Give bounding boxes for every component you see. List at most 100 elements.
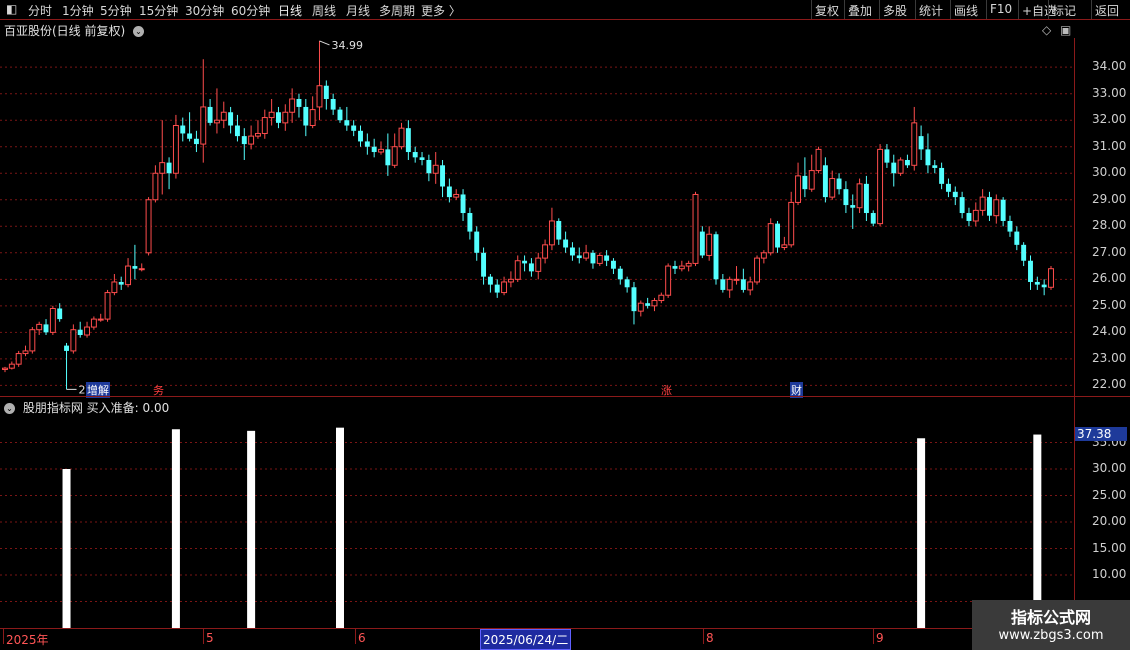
tab-1[interactable]: 1分钟 xyxy=(62,2,94,19)
candle-body xyxy=(261,117,268,134)
candle-body xyxy=(604,255,610,261)
selected-date: 2025/06/24/二 xyxy=(480,629,572,650)
candle-body xyxy=(453,193,460,198)
candle-body xyxy=(474,231,480,253)
candle-body xyxy=(645,303,651,306)
candle-body xyxy=(49,307,56,333)
candle-body xyxy=(36,323,43,331)
candle-body xyxy=(426,159,432,174)
panel-toggle-icon[interactable]: ◧ xyxy=(6,2,17,16)
candle-body xyxy=(651,300,658,307)
tab-7[interactable]: 周线 xyxy=(312,2,336,19)
date-tick-mark xyxy=(3,628,4,644)
indicator-tick: 15.00 xyxy=(1092,540,1127,555)
toolbar-button-7[interactable]: 标记 xyxy=(1052,2,1076,19)
candle-body xyxy=(193,138,199,145)
tab-2[interactable]: 5分钟 xyxy=(100,2,132,19)
candle-body xyxy=(576,255,582,259)
candle-body xyxy=(303,106,309,126)
candle-body xyxy=(358,130,363,142)
tab-0[interactable]: 分时 xyxy=(28,2,52,19)
candle-body xyxy=(972,209,979,222)
candle-body xyxy=(412,152,418,158)
toolbar-separator xyxy=(915,0,916,19)
candle-body xyxy=(843,189,849,206)
window-toggle-icon[interactable]: ▣ xyxy=(1060,23,1071,37)
candle-body xyxy=(440,165,446,187)
tab-10[interactable]: 更多 〉 xyxy=(421,2,461,19)
candle-body xyxy=(945,183,951,192)
candle-body xyxy=(720,279,726,290)
candle-body xyxy=(1034,281,1040,285)
candle-body xyxy=(8,363,15,369)
candle-body xyxy=(351,125,357,131)
price-tick: 32.00 xyxy=(1092,112,1127,127)
toolbar-button-1[interactable]: 叠加 xyxy=(848,2,872,19)
candle-body xyxy=(501,281,508,294)
candle-body xyxy=(316,85,323,108)
toolbar-button-3[interactable]: 统计 xyxy=(919,2,943,19)
candle-body xyxy=(276,112,281,123)
diamond-icon[interactable]: ◇ xyxy=(1042,23,1051,37)
candle-body xyxy=(713,234,719,280)
watermark-title: 指标公式网 xyxy=(1010,608,1091,627)
candle-body xyxy=(528,263,534,272)
toolbar-button-2[interactable]: 多股 xyxy=(883,2,907,19)
candle-body xyxy=(172,125,179,174)
date-tick: 2025年 xyxy=(6,633,49,647)
candle-body xyxy=(678,265,685,270)
date-tick-mark xyxy=(355,628,356,644)
candle-body xyxy=(254,132,261,137)
tab-6[interactable]: 日线 xyxy=(278,2,302,19)
tab-4[interactable]: 30分钟 xyxy=(185,2,224,19)
candlestick-chart[interactable]: 34.9921.85 xyxy=(0,38,1074,396)
candle-body xyxy=(104,292,111,320)
tab-5[interactable]: 60分钟 xyxy=(231,2,270,19)
candle-body xyxy=(863,183,869,214)
chevron-down-icon[interactable]: ⌄ xyxy=(133,26,145,37)
candle-body xyxy=(624,279,630,288)
candle-body xyxy=(200,106,207,145)
candle-body xyxy=(385,149,391,166)
toolbar-button-4[interactable]: 画线 xyxy=(954,2,978,19)
candle-body xyxy=(802,175,808,190)
watermark: 指标公式网 www.zbgs3.com xyxy=(972,600,1130,650)
price-tick: 25.00 xyxy=(1092,297,1127,312)
toolbar-separator xyxy=(950,0,951,19)
candle-body xyxy=(241,136,247,145)
candle-body xyxy=(829,178,836,198)
candle-body xyxy=(90,318,97,328)
candle-body xyxy=(228,112,234,126)
candle-body xyxy=(70,329,77,352)
tab-3[interactable]: 15分钟 xyxy=(139,2,178,19)
candle-body xyxy=(979,196,986,211)
candle-body xyxy=(398,127,405,148)
toolbar-button-5[interactable]: F10 xyxy=(990,2,1012,16)
indicator-title-text: 股朋指标网 买入准备: 0.00 xyxy=(22,401,170,415)
candle-body xyxy=(152,172,159,201)
candle-body xyxy=(467,213,473,232)
toolbar-button-8[interactable]: 返回 xyxy=(1095,2,1119,19)
stock-name-label: 百亚股份(日线 前复权) xyxy=(4,24,126,38)
candle-body xyxy=(726,278,733,291)
candle-body xyxy=(207,106,213,123)
indicator-chart[interactable] xyxy=(0,416,1074,628)
candle-body xyxy=(932,165,938,168)
chevron-down-icon[interactable]: ⌄ xyxy=(4,403,15,414)
tab-8[interactable]: 月线 xyxy=(346,2,370,19)
candle-body xyxy=(925,149,931,166)
candle-body xyxy=(371,146,377,153)
price-tick: 23.00 xyxy=(1092,350,1127,365)
candle-body xyxy=(658,294,665,302)
toolbar-separator xyxy=(1048,0,1049,19)
candle-body xyxy=(617,268,623,280)
toolbar-button-6[interactable]: +自选 xyxy=(1022,2,1056,19)
candle-body xyxy=(1021,244,1027,261)
candle-body xyxy=(309,109,316,127)
candle-body xyxy=(952,191,958,198)
tab-9[interactable]: 多周期 xyxy=(379,2,415,19)
candle-body xyxy=(775,223,780,248)
candle-body xyxy=(282,111,289,124)
candle-body xyxy=(767,223,774,254)
toolbar-button-0[interactable]: 复权 xyxy=(815,2,839,19)
